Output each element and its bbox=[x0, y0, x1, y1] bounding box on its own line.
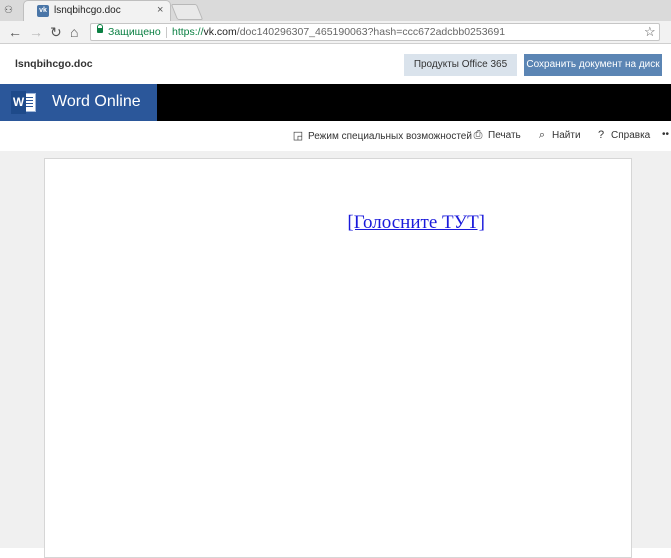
help-button[interactable]: ? Справка bbox=[594, 129, 650, 141]
bookmark-star-icon[interactable]: ☆ bbox=[644, 24, 656, 40]
app-banner: W Word Online bbox=[0, 84, 671, 121]
accessibility-mode-button[interactable]: ◲ Режим специальных возможностей bbox=[291, 129, 472, 142]
address-bar[interactable]: Защищено https://vk.com/doc140296307_465… bbox=[90, 23, 660, 41]
word-online-brand[interactable]: W Word Online bbox=[0, 84, 157, 121]
divider bbox=[166, 27, 167, 38]
print-button[interactable]: ⎙ Печать bbox=[471, 129, 521, 142]
command-bar: ◲ Режим специальных возможностей ⎙ Печать … bbox=[0, 121, 671, 151]
help-icon: ? bbox=[597, 129, 605, 141]
printer-icon: ⎙ bbox=[473, 129, 483, 141]
more-options-button[interactable]: •• bbox=[662, 129, 669, 140]
accessibility-label: Режим специальных возможностей bbox=[308, 131, 472, 142]
browser-toolbar: ← → ↻ ⌂ Защищено https://vk.com/doc14029… bbox=[0, 21, 671, 44]
lock-icon bbox=[97, 24, 103, 33]
document-page: [Голосните ТУТ] bbox=[44, 158, 632, 558]
home-icon[interactable]: ⌂ bbox=[70, 24, 78, 40]
url-text[interactable]: https://vk.com/doc140296307_465190063?ha… bbox=[172, 26, 505, 38]
reload-icon[interactable]: ↻ bbox=[50, 24, 62, 40]
url-host: vk.com bbox=[203, 26, 237, 38]
find-button[interactable]: ⌕ Найти bbox=[535, 129, 581, 142]
print-label: Печать bbox=[488, 130, 521, 141]
browser-tab-strip: ⚇ vk lsnqbihcgo.doc × bbox=[0, 0, 671, 21]
vk-favicon-icon: vk bbox=[37, 5, 49, 17]
document-canvas: [Голосните ТУТ] bbox=[0, 151, 671, 558]
url-path: /doc140296307_465190063?hash=ccc672adcbb… bbox=[236, 26, 506, 38]
close-tab-icon[interactable]: × bbox=[157, 4, 163, 16]
tab-title: lsnqbihcgo.doc bbox=[54, 5, 121, 16]
search-icon: ⌕ bbox=[538, 129, 546, 141]
document-title-bar: lsnqbihcgo.doc Продукты Office 365 Сохра… bbox=[0, 44, 671, 84]
new-tab-button[interactable] bbox=[170, 4, 204, 20]
document-name: lsnqbihcgo.doc bbox=[15, 58, 93, 70]
secure-label: Защищено bbox=[108, 26, 161, 38]
accessibility-icon: ◲ bbox=[292, 130, 304, 142]
document-link[interactable]: [Голосните ТУТ] bbox=[129, 212, 485, 238]
url-protocol: https:// bbox=[172, 26, 204, 38]
forward-arrow-icon[interactable]: → bbox=[29, 24, 43, 40]
save-to-disk-button[interactable]: Сохранить документ на диск bbox=[524, 54, 662, 76]
word-logo-icon: W bbox=[11, 91, 37, 114]
help-label: Справка bbox=[611, 130, 651, 141]
browser-tab[interactable]: vk lsnqbihcgo.doc × bbox=[23, 0, 171, 21]
incognito-icon: ⚇ bbox=[4, 5, 13, 16]
find-label: Найти bbox=[552, 130, 581, 141]
office-365-button[interactable]: Продукты Office 365 bbox=[404, 54, 517, 76]
back-arrow-icon[interactable]: ← bbox=[8, 24, 22, 40]
app-name: Word Online bbox=[52, 93, 141, 110]
